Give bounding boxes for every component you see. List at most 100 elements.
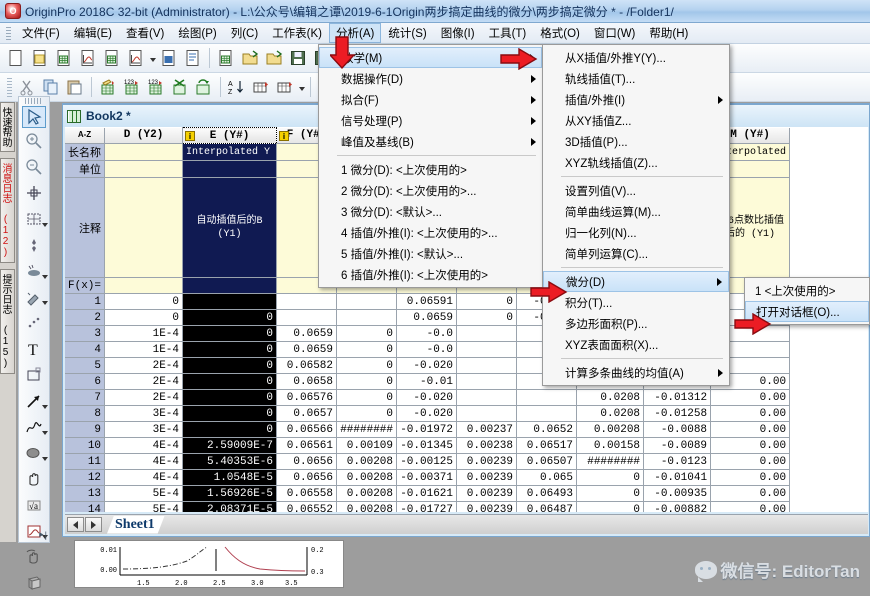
data-cell[interactable]: 0.0659 xyxy=(276,341,338,358)
row-number[interactable]: 4 xyxy=(65,341,106,358)
data-cell[interactable]: 0.0208 xyxy=(576,405,645,422)
data-cell[interactable]: 0.00 xyxy=(710,485,791,502)
new-matrix-icon[interactable] xyxy=(101,47,123,69)
data-cell[interactable]: 0.0657 xyxy=(276,405,338,422)
data-cell[interactable]: ######## xyxy=(576,453,645,470)
ellipse-tool-icon[interactable] xyxy=(19,440,49,466)
data-cell[interactable]: 0.00208 xyxy=(336,485,398,502)
text-tool-icon[interactable]: T xyxy=(19,336,49,362)
data-cell[interactable]: -0.01972 xyxy=(396,421,458,438)
menu-option-9[interactable]: 5 插值/外推(I): <默认>... xyxy=(319,243,542,264)
data-cell[interactable]: -0.00882 xyxy=(643,501,712,512)
row-number[interactable]: 11 xyxy=(65,453,106,470)
data-cell[interactable]: 0.00239 xyxy=(456,501,518,512)
new-project-icon[interactable] xyxy=(5,47,27,69)
duplicate-column-icon[interactable] xyxy=(274,76,296,98)
sheet-tab-sheet1[interactable]: Sheet1 xyxy=(107,516,165,534)
copy-icon[interactable] xyxy=(40,76,62,98)
menu-item-6[interactable]: 分析(A) xyxy=(329,23,382,43)
clear-worksheet-icon[interactable] xyxy=(169,76,191,98)
data-cell[interactable]: 2.08371E-5 xyxy=(182,501,278,512)
menu-item-4[interactable]: 列(C) xyxy=(224,23,265,43)
table-row[interactable]: 12 4E-4 1.0548E-5 0.0656 0.00208 -0.00371 0.00… xyxy=(65,469,791,486)
3d-rotate-tool-icon[interactable] xyxy=(19,570,49,596)
menu-item-1[interactable]: 编辑(E) xyxy=(67,23,119,43)
menu-item-2[interactable]: 查看(V) xyxy=(119,23,171,43)
data-cell[interactable]: 0.00239 xyxy=(456,469,518,486)
menu-item-12[interactable]: 帮助(H) xyxy=(642,23,695,43)
data-cell[interactable]: -0.020 xyxy=(396,357,458,374)
data-cell[interactable] xyxy=(276,293,338,310)
menu-option-13[interactable]: XYZ表面面积(X)... xyxy=(543,334,729,355)
zoom-in-tool-icon[interactable] xyxy=(19,128,49,154)
data-cell[interactable]: 0.00237 xyxy=(456,421,518,438)
row-number[interactable]: 3 xyxy=(65,325,106,342)
new-layout-icon[interactable] xyxy=(158,47,180,69)
data-cell[interactable]: 2.59009E-7 xyxy=(182,437,278,454)
menu-bar-grip[interactable] xyxy=(6,26,11,40)
data-cell[interactable]: 0.06487 xyxy=(516,501,578,512)
fill-row-numbers-icon[interactable]: 123 xyxy=(121,76,143,98)
analysis-menu-dropdown[interactable]: 数学(M) 数据操作(D) 拟合(F) 信号处理(P) 峰值及基线(B) 1 微分(D):… xyxy=(318,44,543,288)
menu-item-9[interactable]: 工具(T) xyxy=(482,23,534,43)
rotate-tool-icon[interactable] xyxy=(19,544,49,570)
menu-option-0[interactable]: 数学(M) xyxy=(319,47,542,68)
data-cell[interactable]: -0.020 xyxy=(396,405,458,422)
data-cell[interactable] xyxy=(336,309,398,326)
row-number[interactable]: 12 xyxy=(65,469,106,486)
zoom-out-tool-icon[interactable] xyxy=(19,154,49,180)
data-cell[interactable] xyxy=(336,293,398,310)
menu-option-2[interactable]: 插值/外推(I) xyxy=(543,89,729,110)
data-cell[interactable]: 0 xyxy=(576,469,645,486)
curve-tool-icon[interactable] xyxy=(19,414,49,440)
data-cell[interactable]: -0.020 xyxy=(396,389,458,406)
arrow-tool-dropdown-arrow-icon[interactable] xyxy=(42,405,48,409)
data-cell[interactable]: 0 xyxy=(104,293,184,310)
data-cell[interactable] xyxy=(456,405,518,422)
duplicate-column-dropdown-arrow-icon[interactable] xyxy=(297,76,306,98)
equation-tool-icon[interactable]: √a xyxy=(19,492,49,518)
data-cell[interactable]: 0.06507 xyxy=(516,453,578,470)
meta-cell[interactable] xyxy=(104,160,184,178)
new-workbook-icon[interactable] xyxy=(53,47,75,69)
data-cell[interactable]: -0.01312 xyxy=(643,389,712,406)
data-cell[interactable]: 0 xyxy=(182,389,278,406)
menu-option-1[interactable]: 打开对话框(O)... xyxy=(745,301,869,322)
data-cell[interactable]: 0 xyxy=(182,421,278,438)
data-cell[interactable]: 1E-4 xyxy=(104,325,184,342)
data-cell[interactable]: -0.01258 xyxy=(643,405,712,422)
data-cell[interactable] xyxy=(456,325,518,342)
row-number[interactable]: 6 xyxy=(65,373,106,390)
data-cell[interactable]: -0.00371 xyxy=(396,469,458,486)
data-cell[interactable]: -0.0 xyxy=(396,341,458,358)
menu-option-5[interactable]: 1 微分(D): <上次使用的> xyxy=(319,159,542,180)
table-row[interactable]: 8 3E-4 0 0.0657 0 -0.020 0.0208 -0.01258 0.00 xyxy=(65,405,791,422)
data-cell[interactable]: 0.06582 xyxy=(276,357,338,374)
data-cell[interactable]: -0.01 xyxy=(396,373,458,390)
row-header-corner[interactable]: A-Z xyxy=(65,127,106,144)
data-cell[interactable]: 0 xyxy=(182,341,278,358)
menu-option-7[interactable]: 简单曲线运算(M)... xyxy=(543,201,729,222)
data-cell[interactable]: 0.06493 xyxy=(516,485,578,502)
data-cell[interactable] xyxy=(182,293,278,310)
menu-option-10[interactable]: 6 插值/外推(I): <上次使用的> xyxy=(319,264,542,285)
data-cell[interactable]: 0.00239 xyxy=(456,453,518,470)
menu-option-8[interactable]: 归一化列(N)... xyxy=(543,222,729,243)
new-folder-icon[interactable] xyxy=(29,47,51,69)
data-reader-tool-icon[interactable] xyxy=(19,232,49,258)
menu-option-12[interactable]: 多边形面积(P)... xyxy=(543,313,729,334)
data-cell[interactable]: 5E-4 xyxy=(104,485,184,502)
open-excel-icon[interactable] xyxy=(263,47,285,69)
data-cell[interactable] xyxy=(456,389,518,406)
palette-overflow-icon[interactable]: ⯈| xyxy=(37,530,47,541)
data-cell[interactable] xyxy=(276,309,338,326)
row-number[interactable]: 13 xyxy=(65,485,106,502)
data-cell[interactable] xyxy=(456,357,518,374)
data-cell[interactable]: 0.0656 xyxy=(276,469,338,486)
data-cell[interactable]: 0.00 xyxy=(710,405,791,422)
data-cell[interactable]: 0.06566 xyxy=(276,421,338,438)
menu-item-7[interactable]: 统计(S) xyxy=(381,23,433,43)
data-cell[interactable]: 4E-4 xyxy=(104,453,184,470)
data-cell[interactable]: 0.06558 xyxy=(276,485,338,502)
column-info-icon[interactable]: i xyxy=(279,130,290,141)
